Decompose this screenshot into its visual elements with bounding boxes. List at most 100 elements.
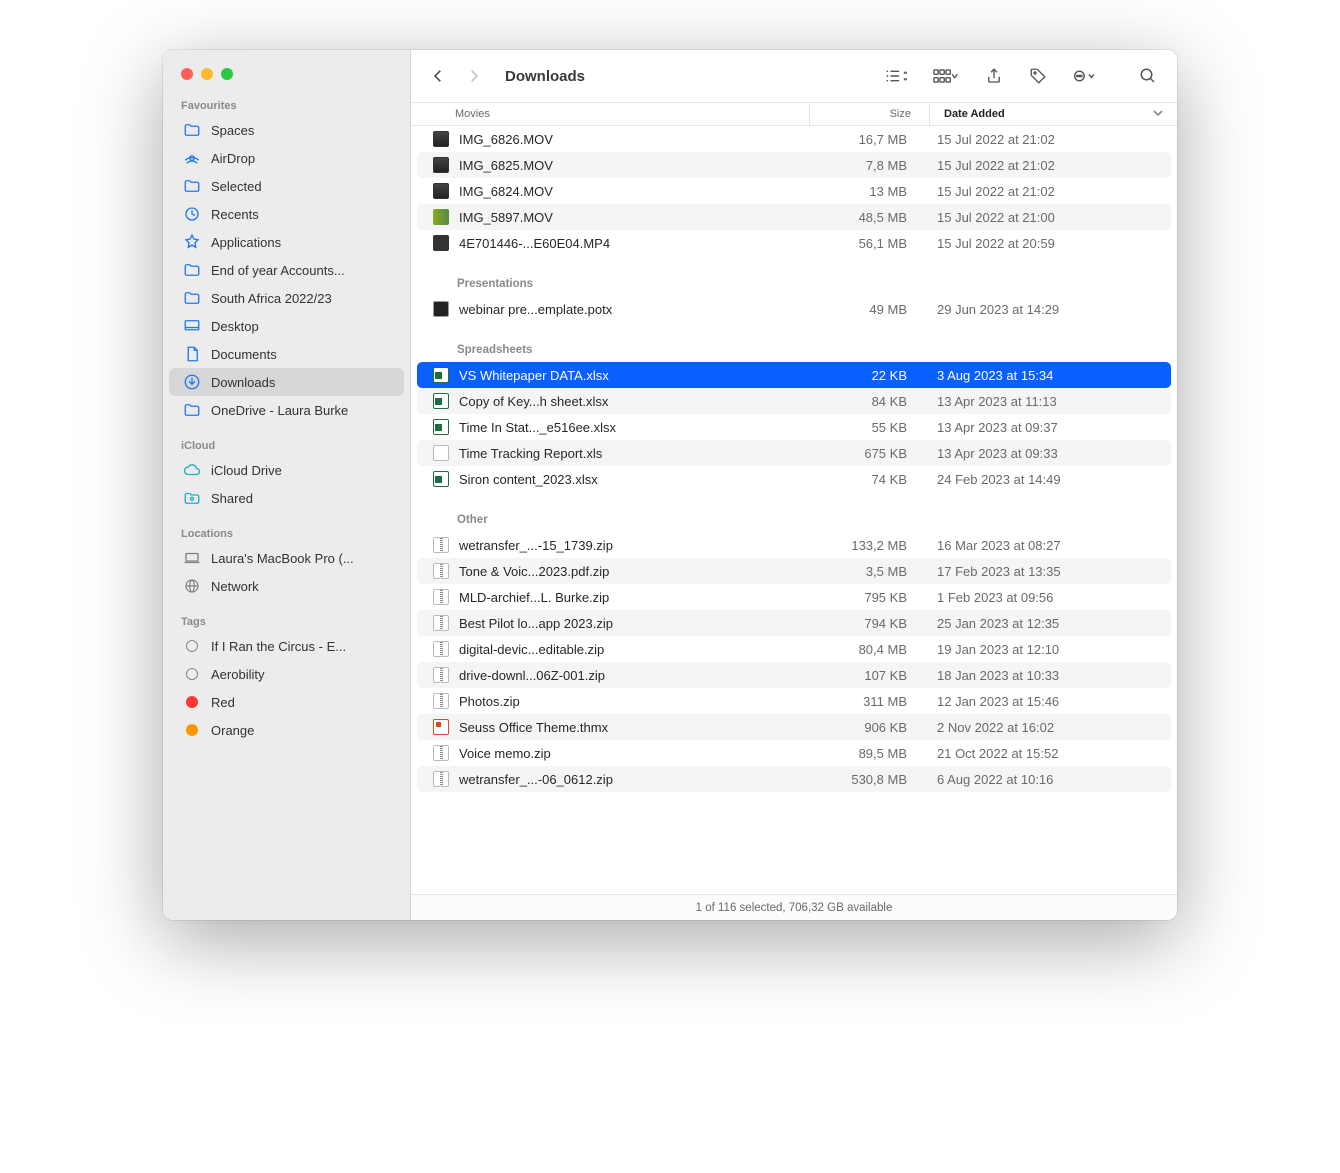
file-size: 133,2 MB [807,538,923,553]
file-icon [431,613,451,633]
file-name: Copy of Key...h sheet.xlsx [459,394,807,409]
sidebar-item[interactable]: OneDrive - Laura Burke [169,396,404,424]
file-row[interactable]: IMG_5897.MOV48,5 MB15 Jul 2022 at 21:00 [417,204,1171,230]
tags-button[interactable] [1025,62,1051,90]
sidebar: Favourites Spaces AirDrop Selected Recents Ap… [163,50,411,920]
file-row[interactable]: MLD-archief...L. Burke.zip795 KB1 Feb 20… [417,584,1171,610]
file-date: 17 Feb 2023 at 13:35 [923,564,1171,579]
file-row[interactable]: 4E701446-...E60E04.MP456,1 MB15 Jul 2022… [417,230,1171,256]
file-row[interactable]: Time Tracking Report.xls675 KB13 Apr 202… [417,440,1171,466]
sidebar-section-label: Favourites [163,94,410,116]
file-size: 7,8 MB [807,158,923,173]
sidebar-item[interactable]: Network [169,572,404,600]
file-row[interactable]: IMG_6826.MOV16,7 MB15 Jul 2022 at 21:02 [417,126,1171,152]
sidebar-item[interactable]: Selected [169,172,404,200]
shared-icon [183,489,201,507]
file-row[interactable]: Voice memo.zip89,5 MB21 Oct 2022 at 15:5… [417,740,1171,766]
file-date: 6 Aug 2022 at 10:16 [923,772,1171,787]
sidebar-item-label: Spaces [211,123,254,138]
sidebar-item[interactable]: Applications [169,228,404,256]
file-listing[interactable]: IMG_6826.MOV16,7 MB15 Jul 2022 at 21:02I… [411,126,1177,894]
share-button[interactable] [981,62,1007,90]
sidebar-item[interactable]: South Africa 2022/23 [169,284,404,312]
file-row[interactable]: Best Pilot lo...app 2023.zip794 KB25 Jan… [417,610,1171,636]
file-size: 530,8 MB [807,772,923,787]
laptop-icon [183,549,201,567]
file-icon [431,769,451,789]
file-row[interactable]: wetransfer_...-15_1739.zip133,2 MB16 Mar… [417,532,1171,558]
file-size: 22 KB [807,368,923,383]
file-size: 906 KB [807,720,923,735]
file-name: drive-downl...06Z-001.zip [459,668,807,683]
sidebar-section-label: Tags [163,610,410,632]
file-date: 18 Jan 2023 at 10:33 [923,668,1171,683]
sidebar-item[interactable]: Documents [169,340,404,368]
sidebar-item[interactable]: Recents [169,200,404,228]
status-bar: 1 of 116 selected, 706,32 GB available [411,894,1177,920]
sidebar-item-label: AirDrop [211,151,255,166]
sidebar-item[interactable]: If I Ran the Circus - E... [169,632,404,660]
file-row[interactable]: webinar pre...emplate.potx49 MB29 Jun 20… [417,296,1171,322]
sidebar-item[interactable]: Orange [169,716,404,744]
sidebar-item-label: Downloads [211,375,275,390]
maximize-button[interactable] [221,68,233,80]
file-name: Time Tracking Report.xls [459,446,807,461]
view-list-button[interactable] [881,62,911,90]
file-row[interactable]: Seuss Office Theme.thmx906 KB2 Nov 2022 … [417,714,1171,740]
file-row[interactable]: wetransfer_...-06_0612.zip530,8 MB6 Aug … [417,766,1171,792]
sidebar-item-label: Laura's MacBook Pro (... [211,551,354,566]
group-by-button[interactable] [929,62,963,90]
file-size: 795 KB [807,590,923,605]
file-row[interactable]: Siron content_2023.xlsx74 KB24 Feb 2023 … [417,466,1171,492]
file-row[interactable]: VS Whitepaper DATA.xlsx22 KB3 Aug 2023 a… [417,362,1171,388]
file-date: 15 Jul 2022 at 21:02 [923,132,1171,147]
forward-button[interactable] [457,62,491,90]
tag-empty-icon [183,665,201,683]
sidebar-item[interactable]: AirDrop [169,144,404,172]
sidebar-item[interactable]: Desktop [169,312,404,340]
file-size: 3,5 MB [807,564,923,579]
column-date[interactable]: Date Added [929,103,1177,125]
finder-window: Favourites Spaces AirDrop Selected Recents Ap… [163,50,1177,920]
sidebar-item-label: Applications [211,235,281,250]
sidebar-item[interactable]: Laura's MacBook Pro (... [169,544,404,572]
folder-icon [183,261,201,279]
sidebar-item[interactable]: Aerobility [169,660,404,688]
column-size[interactable]: Size [809,103,929,125]
sidebar-item[interactable]: iCloud Drive [169,456,404,484]
sidebar-item[interactable]: End of year Accounts... [169,256,404,284]
tag-red-icon [183,693,201,711]
search-button[interactable] [1135,62,1161,90]
file-date: 3 Aug 2023 at 15:34 [923,368,1171,383]
file-icon [431,443,451,463]
file-date: 29 Jun 2023 at 14:29 [923,302,1171,317]
file-row[interactable]: IMG_6825.MOV7,8 MB15 Jul 2022 at 21:02 [417,152,1171,178]
file-row[interactable]: drive-downl...06Z-001.zip107 KB18 Jan 20… [417,662,1171,688]
column-headers[interactable]: Movies Size Date Added [411,102,1177,126]
file-row[interactable]: Copy of Key...h sheet.xlsx84 KB13 Apr 20… [417,388,1171,414]
sidebar-item[interactable]: Shared [169,484,404,512]
group-header: Spreadsheets [417,322,1171,362]
file-row[interactable]: IMG_6824.MOV13 MB15 Jul 2022 at 21:02 [417,178,1171,204]
back-button[interactable] [421,62,455,90]
file-row[interactable]: Tone & Voic...2023.pdf.zip3,5 MB17 Feb 2… [417,558,1171,584]
file-size: 84 KB [807,394,923,409]
minimize-button[interactable] [201,68,213,80]
actions-button[interactable] [1069,62,1101,90]
file-size: 675 KB [807,446,923,461]
folder-icon [183,289,201,307]
file-name: Voice memo.zip [459,746,807,761]
sidebar-item[interactable]: Red [169,688,404,716]
close-button[interactable] [181,68,193,80]
file-row[interactable]: Time In Stat..._e516ee.xlsx55 KB13 Apr 2… [417,414,1171,440]
sidebar-item-label: Red [211,695,235,710]
sidebar-item-label: Selected [211,179,262,194]
cloud-icon [183,461,201,479]
file-size: 13 MB [807,184,923,199]
file-date: 15 Jul 2022 at 21:00 [923,210,1171,225]
file-row[interactable]: digital-devic...editable.zip80,4 MB19 Ja… [417,636,1171,662]
sidebar-item[interactable]: Downloads [169,368,404,396]
sidebar-item[interactable]: Spaces [169,116,404,144]
column-name[interactable]: Movies [411,108,809,120]
file-row[interactable]: Photos.zip311 MB12 Jan 2023 at 15:46 [417,688,1171,714]
